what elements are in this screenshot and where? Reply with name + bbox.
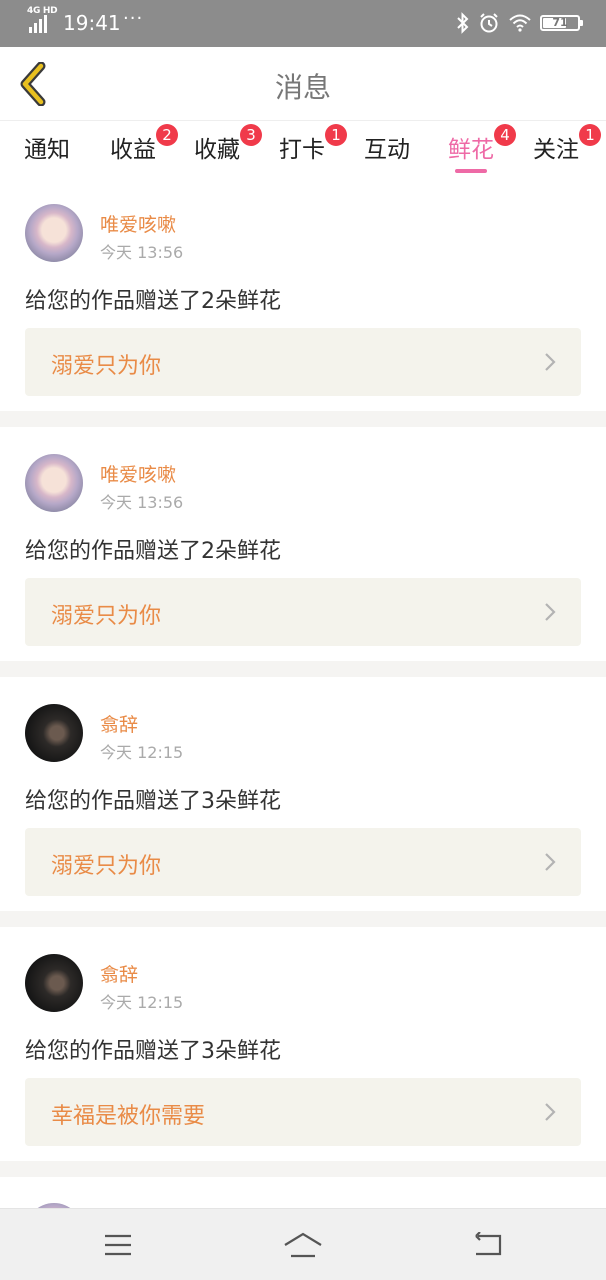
status-icons: 71 xyxy=(456,11,583,35)
avatar[interactable] xyxy=(25,704,83,762)
sender-name[interactable]: 唯爱咳嗽 xyxy=(100,460,176,487)
avatar[interactable] xyxy=(25,954,83,1012)
tab-badge: 1 xyxy=(579,124,601,146)
tab-label: 打卡 xyxy=(279,137,325,163)
header: 消息 xyxy=(0,47,606,121)
message-time: 今天 13:56 xyxy=(100,243,184,262)
message-time: 今天 13:56 xyxy=(100,493,184,512)
message-text: 给您的作品赠送了3朵鲜花 xyxy=(25,1039,281,1064)
avatar[interactable] xyxy=(25,204,83,262)
work-link[interactable]: 幸福是被你需要 xyxy=(25,1078,581,1146)
chevron-right-icon xyxy=(545,353,556,371)
sender-name[interactable]: 翕辞 xyxy=(100,710,138,737)
tab-bar: 通知 收益 2 收藏 3 打卡 1 互动 鲜花 4 关注 1 xyxy=(0,121,606,177)
battery-icon: 71 xyxy=(540,15,583,31)
avatar[interactable] xyxy=(25,454,83,512)
tab-label: 通知 xyxy=(24,137,70,163)
status-time: 19:41 xyxy=(63,11,121,35)
sender-name[interactable]: 唯爱咳嗽 xyxy=(100,210,176,237)
tab-label: 鲜花 xyxy=(448,137,494,163)
message-card xyxy=(0,1177,606,1208)
chevron-right-icon xyxy=(545,1103,556,1121)
work-title: 溺爱只为你 xyxy=(51,354,162,379)
tab-label: 关注 xyxy=(533,137,579,163)
signal-icon xyxy=(29,15,47,33)
sender-name[interactable]: 翕辞 xyxy=(100,960,138,987)
work-link[interactable]: 溺爱只为你 xyxy=(25,328,581,396)
wifi-icon xyxy=(509,14,531,32)
tab-badge: 3 xyxy=(240,124,262,146)
message-card: 唯爱咳嗽 今天 13:56 给您的作品赠送了2朵鲜花 溺爱只为你 xyxy=(0,427,606,661)
status-more-dots: ··· xyxy=(123,8,144,29)
alarm-icon xyxy=(480,13,498,33)
tab-favorites[interactable]: 收藏 3 xyxy=(194,124,262,164)
message-text: 给您的作品赠送了3朵鲜花 xyxy=(25,789,281,814)
tab-badge: 1 xyxy=(325,124,347,146)
home-button[interactable] xyxy=(283,1227,323,1263)
work-link[interactable]: 溺爱只为你 xyxy=(25,578,581,646)
message-time: 今天 12:15 xyxy=(100,993,184,1012)
tab-notice[interactable]: 通知 xyxy=(24,130,70,164)
chevron-right-icon xyxy=(545,853,556,871)
system-nav-bar xyxy=(0,1208,606,1280)
message-list[interactable]: 唯爱咳嗽 今天 13:56 给您的作品赠送了2朵鲜花 溺爱只为你 唯爱咳嗽 今天… xyxy=(0,177,606,1208)
battery-level: 71 xyxy=(552,16,568,29)
work-title: 溺爱只为你 xyxy=(51,854,162,879)
back-icon xyxy=(475,1232,502,1256)
status-bar: 4G HD 19:41 ··· 71 xyxy=(0,0,606,47)
home-icon xyxy=(284,1232,322,1258)
tab-badge: 2 xyxy=(156,124,178,146)
tab-label: 收藏 xyxy=(194,137,240,163)
bluetooth-icon xyxy=(457,12,469,34)
menu-button[interactable] xyxy=(98,1227,138,1263)
tab-badge: 4 xyxy=(494,124,516,146)
message-card: 唯爱咳嗽 今天 13:56 给您的作品赠送了2朵鲜花 溺爱只为你 xyxy=(0,177,606,411)
tab-earnings[interactable]: 收益 2 xyxy=(110,124,178,164)
active-tab-indicator xyxy=(455,169,487,173)
tab-label: 互动 xyxy=(364,137,410,163)
message-time: 今天 12:15 xyxy=(100,743,184,762)
tab-interaction[interactable]: 互动 xyxy=(364,130,410,164)
message-card: 翕辞 今天 12:15 给您的作品赠送了3朵鲜花 幸福是被你需要 xyxy=(0,927,606,1161)
tab-flowers[interactable]: 鲜花 4 xyxy=(448,124,516,173)
work-link[interactable]: 溺爱只为你 xyxy=(25,828,581,896)
message-card: 翕辞 今天 12:15 给您的作品赠送了3朵鲜花 溺爱只为你 xyxy=(0,677,606,911)
chevron-right-icon xyxy=(545,603,556,621)
tab-checkin[interactable]: 打卡 1 xyxy=(279,124,347,164)
page-title: 消息 xyxy=(274,71,331,104)
message-text: 给您的作品赠送了2朵鲜花 xyxy=(25,539,281,564)
tab-label: 收益 xyxy=(110,137,156,163)
message-text: 给您的作品赠送了2朵鲜花 xyxy=(25,289,281,314)
back-nav-button[interactable] xyxy=(468,1227,508,1263)
work-title: 幸福是被你需要 xyxy=(51,1104,206,1129)
work-title: 溺爱只为你 xyxy=(51,604,162,629)
tab-follow[interactable]: 关注 1 xyxy=(533,124,601,164)
menu-icon xyxy=(105,1234,131,1256)
